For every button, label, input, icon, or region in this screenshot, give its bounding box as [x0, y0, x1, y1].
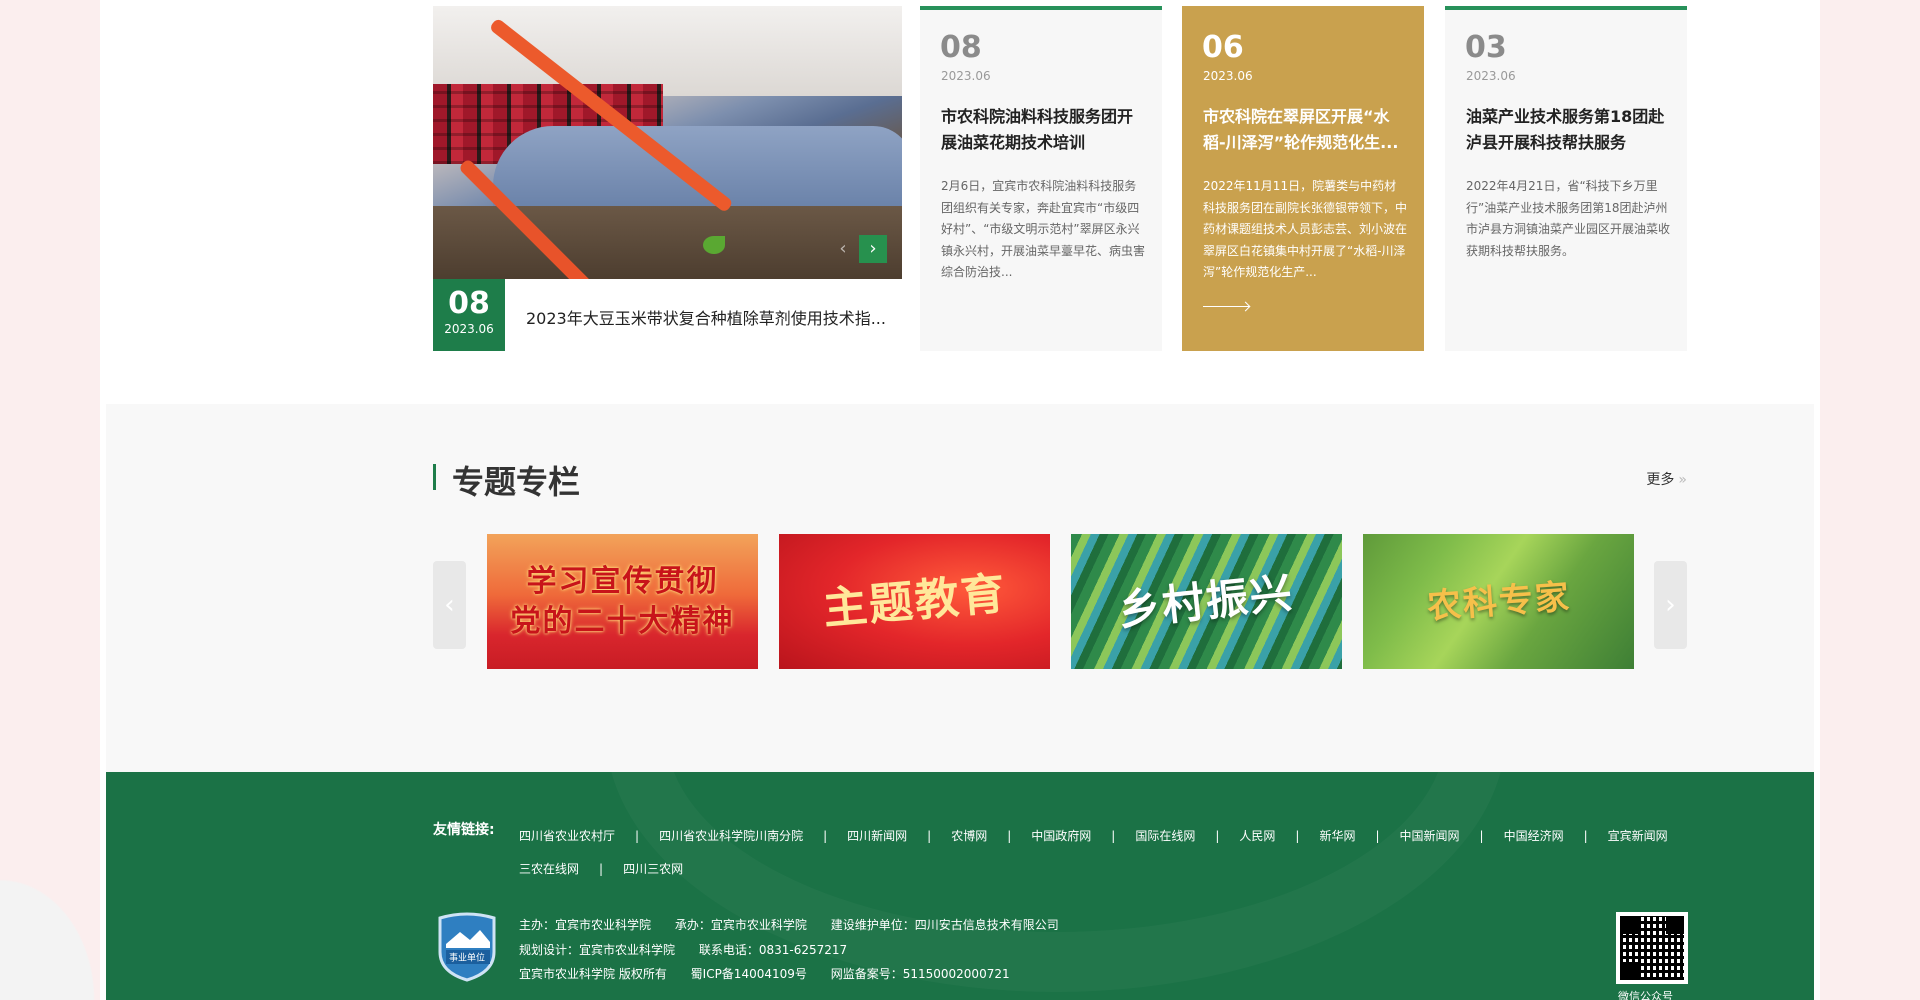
featured-news-photo[interactable]: ‹ › — [433, 6, 902, 279]
link-separator: | — [823, 829, 828, 843]
slider-next-button[interactable]: › — [859, 235, 887, 263]
featured-news-month: 2023.06 — [444, 322, 494, 336]
friendly-link[interactable]: 四川新闻网 — [847, 829, 907, 843]
topic-banner-text: 学习宣传贯彻 党的二十大精神 — [510, 563, 735, 639]
link-separator: | — [1007, 829, 1012, 843]
link-separator: | — [1295, 829, 1300, 843]
section-title-bar — [433, 464, 436, 490]
carousel-next-button[interactable]: › — [1654, 561, 1687, 649]
footer-info-row: 规划设计：宜宾市农业科学院 联系电话：0831-6257217 — [519, 938, 1079, 963]
background-decoration — [0, 860, 110, 1000]
news-card-active[interactable]: 06 2023.06 市农科院在翠屏区开展“水稻-川泽泻”轮作规范化生... 2… — [1182, 6, 1424, 351]
friendly-links-list: 四川省农业农村厅 | 四川省农业科学院川南分院 | 四川新闻网 | 农博网 | 中国政府网 | 国际… — [519, 820, 1699, 886]
featured-news[interactable]: ‹ › 08 2023.06 2023年大豆玉米带状复合种植除草剂使用技术指..… — [433, 6, 902, 351]
more-link-label: 更多 — [1646, 472, 1675, 488]
link-separator: | — [1215, 829, 1220, 843]
friendly-link[interactable]: 三农在线网 — [519, 862, 579, 876]
friendly-link[interactable]: 四川三农网 — [623, 862, 683, 876]
friendly-link[interactable]: 四川省农业科学院川南分院 — [659, 829, 803, 843]
link-separator: | — [1479, 829, 1484, 843]
link-separator: | — [1375, 829, 1380, 843]
topic-banner[interactable]: 主题教育 — [779, 534, 1050, 669]
news-card-summary: 2022年4月21日，省“科技下乡万里行”油菜产业技术服务团第18团赴泸州市泸县… — [1466, 179, 1671, 258]
news-card-month: 2023.06 — [1203, 69, 1253, 83]
friendly-link[interactable]: 人民网 — [1239, 829, 1275, 843]
footer-host: 主办：宜宾市农业科学院 — [519, 918, 652, 932]
friendly-link[interactable]: 农博网 — [951, 829, 987, 843]
wechat-qr-code — [1616, 912, 1688, 984]
footer-design: 规划设计：宜宾市农业科学院 — [519, 942, 676, 957]
news-card-summary: 2022年11月11日，院薯类与中药材科技服务团在副院长张德银带领下，中药材课题… — [1203, 179, 1408, 279]
topics-section: 专题专栏 更多» ‹ 学习宣传贯彻 党的二十大精神 主题教育 乡村振兴 农科专家… — [106, 404, 1814, 772]
topic-banner-text: 主题教育 — [820, 567, 1009, 635]
friendly-link[interactable]: 国际在线网 — [1135, 829, 1195, 843]
page-container: ‹ › 08 2023.06 2023年大豆玉米带状复合种植除草剂使用技术指..… — [100, 0, 1820, 1000]
footer-info-row: 主办：宜宾市农业科学院 承办：宜宾市农业科学院 建设维护单位：四川安古信息技术有… — [519, 913, 1079, 938]
footer-phone: 联系电话：0831-6257217 — [698, 942, 848, 957]
topic-banner[interactable]: 乡村振兴 — [1071, 534, 1342, 669]
friendly-link[interactable]: 中国政府网 — [1031, 829, 1091, 843]
news-card-day: 08 — [940, 30, 982, 65]
link-separator: | — [599, 862, 604, 876]
footer-info-row: 宜宾市农业科学院 版权所有 蜀ICP备14004109号 网监备案号：51150… — [519, 962, 1079, 987]
news-card-day: 03 — [1465, 30, 1507, 65]
photo-leaf — [703, 236, 725, 254]
news-card[interactable]: 03 2023.06 油菜产业技术服务第18团赴泸县开展科技帮扶服务 2022年… — [1445, 6, 1687, 351]
link-separator: | — [635, 829, 640, 843]
footer-info: 主办：宜宾市农业科学院 承办：宜宾市农业科学院 建设维护单位：四川安古信息技术有… — [519, 913, 1079, 987]
news-card-month: 2023.06 — [1466, 69, 1516, 83]
footer-copyright: 宜宾市农业科学院 版权所有 — [519, 967, 667, 981]
friendly-link[interactable]: 中国经济网 — [1504, 829, 1564, 843]
news-card-month: 2023.06 — [941, 69, 991, 83]
friendly-link[interactable]: 中国新闻网 — [1400, 829, 1460, 843]
carousel-prev-button[interactable]: ‹ — [433, 561, 466, 649]
friendly-link[interactable]: 新华网 — [1319, 829, 1355, 843]
topics-carousel: ‹ 学习宣传贯彻 党的二十大精神 主题教育 乡村振兴 农科专家 › — [433, 534, 1687, 674]
link-separator: | — [1111, 829, 1116, 843]
topic-banner[interactable]: 农科专家 — [1363, 534, 1634, 669]
topic-banner[interactable]: 学习宣传贯彻 党的二十大精神 — [487, 534, 758, 669]
news-card-title[interactable]: 市农科院油料科技服务团开展油菜花期技术培训 — [941, 104, 1146, 156]
news-section: ‹ › 08 2023.06 2023年大豆玉米带状复合种植除草剂使用技术指..… — [433, 6, 1687, 352]
site-footer: 友情链接: 四川省农业农村厅 | 四川省农业科学院川南分院 | 四川新闻网 | 农博网 | 中国… — [106, 772, 1814, 1000]
featured-news-day: 08 — [448, 286, 490, 321]
news-card-summary: 2月6日，宜宾市农科院油料科技服务团组织有关专家，奔赴宜宾市“市级四好村”、“市… — [941, 179, 1146, 279]
footer-icp[interactable]: 蜀ICP备14004109号 — [691, 967, 807, 981]
topic-banner-text: 农科专家 — [1425, 576, 1572, 627]
photo-shirt — [433, 6, 902, 96]
double-chevron-right-icon: » — [1678, 472, 1687, 488]
link-separator: | — [1583, 829, 1588, 843]
news-card-day: 06 — [1202, 30, 1244, 65]
news-card-title[interactable]: 油菜产业技术服务第18团赴泸县开展科技帮扶服务 — [1466, 104, 1671, 156]
footer-police-record[interactable]: 网监备案号：51150002000721 — [831, 967, 1010, 981]
more-link[interactable]: 更多» — [1646, 469, 1687, 489]
public-institution-logo[interactable]: 事业单位 — [436, 912, 498, 982]
friendly-link[interactable]: 宜宾新闻网 — [1608, 829, 1668, 843]
footer-organizer: 承办：宜宾市农业科学院 — [674, 918, 807, 932]
slider-prev-button[interactable]: ‹ — [829, 235, 857, 263]
link-separator: | — [927, 829, 932, 843]
friendly-link[interactable]: 四川省农业农村厅 — [519, 829, 615, 843]
featured-news-title[interactable]: 2023年大豆玉米带状复合种植除草剂使用技术指... — [526, 305, 886, 329]
section-title: 专题专栏 — [452, 463, 581, 501]
logo-text: 事业单位 — [449, 952, 485, 964]
news-card-title[interactable]: 市农科院在翠屏区开展“水稻-川泽泻”轮作规范化生... — [1203, 104, 1408, 156]
topic-banner-text: 乡村振兴 — [1116, 567, 1297, 635]
featured-news-date: 08 2023.06 — [433, 279, 505, 351]
qr-code-pattern — [1620, 916, 1684, 980]
news-card[interactable]: 08 2023.06 市农科院油料科技服务团开展油菜花期技术培训 2月6日，宜宾… — [920, 6, 1162, 351]
arrow-right-icon[interactable] — [1203, 306, 1249, 307]
friendly-links-label: 友情链接: — [433, 822, 495, 838]
footer-maintainer: 建设维护单位：四川安古信息技术有限公司 — [830, 918, 1059, 932]
qr-code-label: 微信公众号 — [1618, 990, 1673, 1000]
